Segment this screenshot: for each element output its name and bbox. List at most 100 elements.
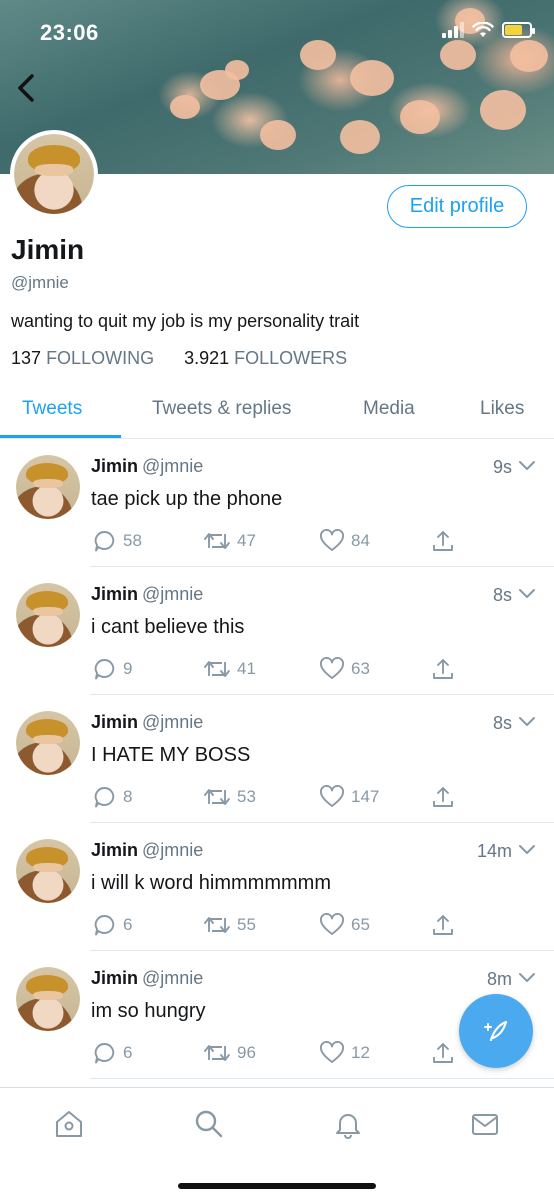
tab-likes[interactable]: Likes bbox=[480, 398, 524, 420]
tweet-timestamp: 8m bbox=[486, 969, 512, 989]
retweet-button[interactable]: 53 bbox=[203, 785, 256, 809]
tweet-author: Jimin @jmnie bbox=[91, 584, 203, 605]
reply-icon bbox=[94, 531, 115, 552]
tweet-author-handle: @jmnie bbox=[142, 712, 204, 732]
tweet-actions: 6 55 65 bbox=[91, 913, 491, 937]
compose-tweet-icon bbox=[484, 1020, 508, 1042]
back-button[interactable] bbox=[12, 68, 42, 108]
followers-link[interactable]: 3.921 FOLLOWERS bbox=[184, 348, 347, 369]
tweet[interactable]: Jimin@jmnie 9s tae pick up the phone 58 bbox=[0, 439, 554, 567]
tweet-timestamp: 9s bbox=[492, 457, 512, 477]
heart-icon bbox=[320, 529, 344, 551]
notifications-icon bbox=[336, 1114, 360, 1139]
reply-icon bbox=[94, 787, 115, 808]
chevron-left-icon bbox=[18, 74, 34, 102]
tweet[interactable]: Jimin @jmnie 14m i will k word himmmmmmm … bbox=[0, 823, 554, 951]
follow-counts: 137 FOLLOWING 3.921 FOLLOWERS bbox=[11, 348, 347, 369]
status-bar: 23:06 bbox=[0, 0, 554, 62]
retweet-button[interactable]: 41 bbox=[203, 657, 256, 681]
retweet-icon bbox=[204, 661, 230, 677]
tweet-author-name[interactable]: Jimin bbox=[91, 584, 138, 604]
tab-tweets-replies[interactable]: Tweets & replies bbox=[152, 398, 291, 420]
like-count: 12 bbox=[351, 1043, 370, 1062]
nav-home[interactable] bbox=[53, 1108, 85, 1140]
reply-button[interactable]: 9 bbox=[93, 657, 132, 681]
followers-count: 3.921 bbox=[184, 348, 230, 368]
messages-icon bbox=[472, 1114, 498, 1135]
tweet-author-name[interactable]: Jimin bbox=[91, 456, 138, 476]
tweet-author: Jimin @jmnie bbox=[91, 456, 203, 477]
retweet-count: 47 bbox=[237, 531, 256, 550]
tweet-author-name[interactable]: Jimin bbox=[91, 968, 138, 988]
like-button[interactable]: 84 bbox=[319, 529, 370, 553]
tab-tweets[interactable]: Tweets bbox=[22, 398, 82, 420]
tweet-avatar[interactable] bbox=[16, 455, 80, 519]
retweet-button[interactable]: 55 bbox=[203, 913, 256, 937]
nav-search[interactable] bbox=[193, 1108, 225, 1140]
tweet-avatar[interactable] bbox=[16, 839, 80, 903]
nav-notifications[interactable] bbox=[332, 1108, 364, 1140]
tweet-actions: 8 53 147 bbox=[91, 785, 491, 809]
profile-avatar[interactable] bbox=[10, 130, 98, 218]
like-button[interactable]: 63 bbox=[319, 657, 370, 681]
chevron-down-icon[interactable] bbox=[518, 587, 536, 601]
share-icon bbox=[433, 531, 453, 551]
share-icon bbox=[433, 915, 453, 935]
reply-button[interactable]: 8 bbox=[93, 785, 132, 809]
home-indicator bbox=[178, 1183, 376, 1189]
tweet[interactable]: Jimin @jmnie 8s I HATE MY BOSS 8 53 147 bbox=[0, 695, 554, 823]
tweet-author: Jimin @jmnie bbox=[91, 712, 203, 733]
share-button[interactable] bbox=[431, 529, 455, 553]
tweet-avatar[interactable] bbox=[16, 583, 80, 647]
tweet-author-name[interactable]: Jimin bbox=[91, 712, 138, 732]
chevron-down-icon[interactable] bbox=[518, 715, 536, 729]
like-count: 65 bbox=[351, 915, 370, 934]
nav-messages[interactable] bbox=[469, 1108, 501, 1140]
share-button[interactable] bbox=[431, 657, 455, 681]
like-button[interactable]: 12 bbox=[319, 1041, 370, 1065]
like-button[interactable]: 147 bbox=[319, 785, 379, 809]
tweet-text: I HATE MY BOSS bbox=[91, 744, 251, 766]
share-button[interactable] bbox=[431, 913, 455, 937]
retweet-count: 96 bbox=[237, 1043, 256, 1062]
active-tab-indicator bbox=[0, 435, 121, 438]
tweet-text: i cant believe this bbox=[91, 616, 245, 638]
tweet-author-handle: @jmnie bbox=[142, 456, 204, 476]
share-button[interactable] bbox=[431, 785, 455, 809]
retweet-count: 41 bbox=[237, 659, 256, 678]
tweet-avatar[interactable] bbox=[16, 967, 80, 1031]
reply-button[interactable]: 6 bbox=[93, 1041, 132, 1065]
reply-icon bbox=[94, 1043, 115, 1064]
chevron-down-icon[interactable] bbox=[518, 843, 536, 857]
reply-button[interactable]: 6 bbox=[93, 913, 132, 937]
tweet-author-name[interactable]: Jimin bbox=[91, 840, 138, 860]
heart-icon bbox=[320, 1041, 344, 1063]
search-icon bbox=[195, 1110, 223, 1138]
retweet-icon bbox=[204, 789, 230, 805]
retweet-icon bbox=[204, 1045, 230, 1061]
chevron-down-icon[interactable] bbox=[518, 459, 536, 473]
reply-count: 9 bbox=[123, 659, 133, 678]
reply-count: 8 bbox=[123, 787, 133, 806]
retweet-button[interactable]: 47 bbox=[203, 529, 256, 553]
tweet[interactable]: Jimin @jmnie 8s i cant believe this 9 41… bbox=[0, 567, 554, 695]
cellular-signal-icon bbox=[442, 22, 464, 38]
reply-count: 6 bbox=[123, 1043, 133, 1062]
retweet-count: 55 bbox=[237, 915, 256, 934]
retweet-button[interactable]: 96 bbox=[203, 1041, 256, 1065]
following-link[interactable]: 137 FOLLOWING bbox=[11, 348, 154, 369]
tweet-author-handle: @jmnie bbox=[142, 840, 204, 860]
home-icon bbox=[56, 1111, 82, 1137]
retweet-icon bbox=[204, 533, 230, 549]
like-count: 84 bbox=[351, 531, 370, 550]
share-button[interactable] bbox=[431, 1041, 455, 1065]
chevron-down-icon[interactable] bbox=[518, 971, 536, 985]
compose-tweet-button[interactable] bbox=[459, 994, 533, 1068]
reply-button[interactable]: 58 bbox=[93, 529, 142, 553]
heart-icon bbox=[320, 913, 344, 935]
tweet-text: i will k word himmmmmmm bbox=[91, 872, 331, 894]
edit-profile-button[interactable]: Edit profile bbox=[387, 185, 527, 228]
like-button[interactable]: 65 bbox=[319, 913, 370, 937]
tab-media[interactable]: Media bbox=[363, 398, 415, 420]
tweet-avatar[interactable] bbox=[16, 711, 80, 775]
